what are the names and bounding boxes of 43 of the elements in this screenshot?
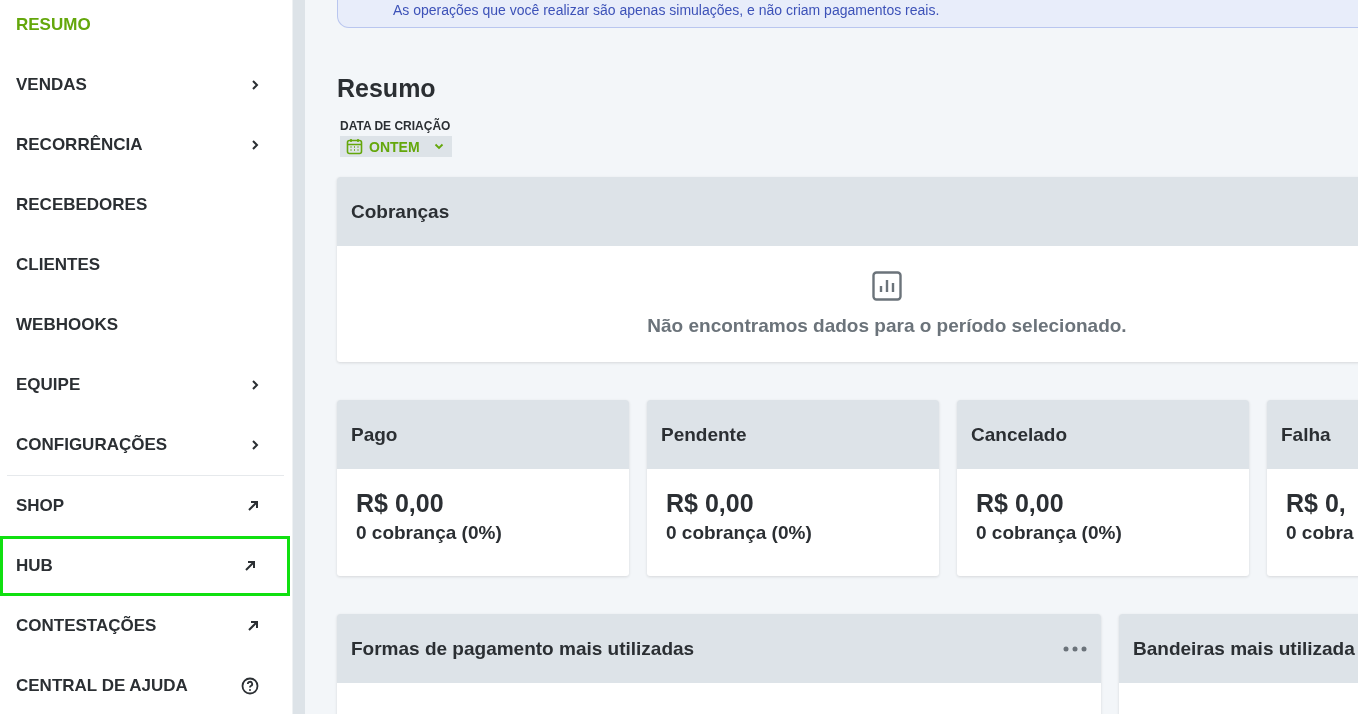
help-icon [241, 677, 259, 695]
more-icon [1063, 645, 1087, 652]
sidebar-item[interactable]: CLIENTES [7, 235, 284, 295]
page-title: Resumo [337, 74, 437, 103]
more-button[interactable] [1063, 645, 1087, 652]
sidebar-item[interactable]: VENDAS [7, 55, 284, 115]
charge-count: 0 cobrança (0%) [976, 522, 1123, 544]
panel-title: Bandeiras mais utilizada [1133, 637, 1355, 660]
external-link-icon [247, 500, 259, 512]
chevron-right-icon [251, 379, 259, 391]
panel-title: Formas de pagamento mais utilizadas [351, 637, 695, 660]
sidebar-item[interactable]: CONFIGURAÇÕES [7, 415, 284, 475]
banner-text: As operações que você realizar são apenas simulações, e não criam pagamentos reais. [393, 2, 940, 18]
card-title: Pendente [661, 423, 747, 446]
amount: R$ 0,00 [666, 489, 755, 518]
charge-count: 0 cobrança (0%) [356, 522, 503, 544]
chevron-right-icon [251, 439, 259, 451]
charge-count: 0 cobra [1286, 522, 1355, 544]
filter-label: DATA DE CRIAÇÃO [340, 119, 452, 133]
sidebar-item[interactable]: SHOP [7, 476, 284, 536]
chevron-right-icon [251, 79, 259, 91]
amount: R$ 0,00 [976, 489, 1065, 518]
card-title: Falha [1281, 423, 1331, 446]
chevron-right-icon [251, 139, 259, 151]
panel-title: Cobranças [351, 200, 450, 223]
sidebar-item[interactable]: EQUIPE [7, 355, 284, 415]
amount: R$ 0, [1286, 489, 1347, 518]
sidebar-item[interactable]: WEBHOOKS [7, 295, 284, 355]
external-link-icon [247, 620, 259, 632]
card-title: Pago [351, 423, 398, 446]
sidebar-item[interactable]: HUB [0, 536, 290, 596]
sidebar-item[interactable]: CONTESTAÇÕES [7, 596, 284, 656]
empty-message: Não encontramos dados para o período selecionado. [647, 315, 1127, 337]
caret-icon [433, 143, 444, 150]
card-title: Cancelado [971, 423, 1068, 446]
amount: R$ 0,00 [356, 489, 445, 518]
sidebar-item[interactable]: RECEBEDORES [7, 175, 284, 235]
external-link-icon [244, 560, 256, 572]
charge-count: 0 cobrança (0%) [666, 522, 813, 544]
bar-chart-icon [872, 271, 902, 301]
sidebar-item[interactable]: RECORRÊNCIA [7, 115, 284, 175]
sidebar-item[interactable]: CENTRAL DE AJUDA [7, 656, 284, 714]
calendar-icon [346, 138, 363, 155]
